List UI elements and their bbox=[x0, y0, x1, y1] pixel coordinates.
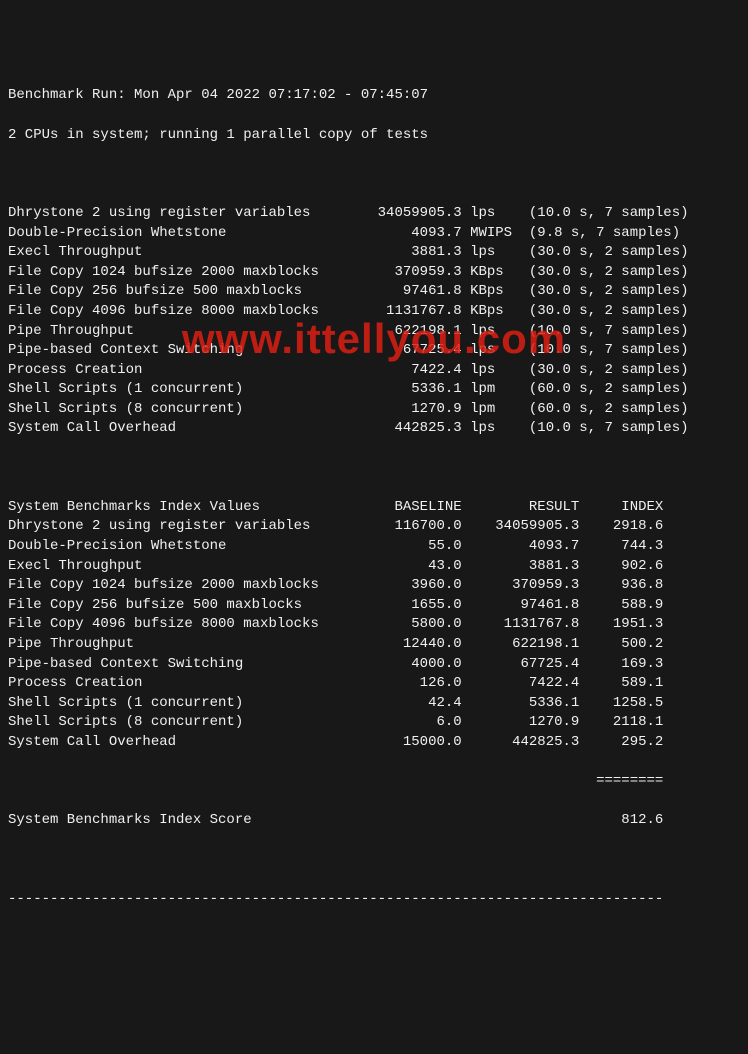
divider-dashes: ----------------------------------------… bbox=[8, 890, 740, 910]
index-row: File Copy 256 bufsize 500 maxblocks 1655… bbox=[8, 596, 740, 616]
index-row: Dhrystone 2 using register variables 116… bbox=[8, 517, 740, 537]
score-line: System Benchmarks Index Score 812.6 bbox=[8, 811, 740, 831]
perf-row: Pipe-based Context Switching 67725.4 lps… bbox=[8, 341, 740, 361]
index-header-row: System Benchmarks Index Values BASELINE … bbox=[8, 498, 740, 518]
cpu-info-line: 2 CPUs in system; running 1 parallel cop… bbox=[8, 126, 740, 146]
index-row: Pipe Throughput 12440.0 622198.1 500.2 bbox=[8, 635, 740, 655]
perf-row: Double-Precision Whetstone 4093.7 MWIPS … bbox=[8, 224, 740, 244]
blank bbox=[8, 165, 740, 185]
blank bbox=[8, 459, 740, 479]
index-row: Shell Scripts (1 concurrent) 42.4 5336.1… bbox=[8, 694, 740, 714]
index-row: Process Creation 126.0 7422.4 589.1 bbox=[8, 674, 740, 694]
index-row: Double-Precision Whetstone 55.0 4093.7 7… bbox=[8, 537, 740, 557]
divider-equals: ======== bbox=[8, 772, 740, 792]
index-results: System Benchmarks Index Values BASELINE … bbox=[8, 498, 740, 753]
perf-row: System Call Overhead 442825.3 lps (10.0 … bbox=[8, 419, 740, 439]
perf-row: Execl Throughput 3881.3 lps (30.0 s, 2 s… bbox=[8, 243, 740, 263]
perf-row: Shell Scripts (8 concurrent) 1270.9 lpm … bbox=[8, 400, 740, 420]
perf-row: File Copy 256 bufsize 500 maxblocks 9746… bbox=[8, 282, 740, 302]
index-row: Execl Throughput 43.0 3881.3 902.6 bbox=[8, 557, 740, 577]
perf-row: File Copy 1024 bufsize 2000 maxblocks 37… bbox=[8, 263, 740, 283]
performance-results: Dhrystone 2 using register variables 340… bbox=[8, 204, 740, 439]
perf-row: Process Creation 7422.4 lps (30.0 s, 2 s… bbox=[8, 361, 740, 381]
index-row: Shell Scripts (8 concurrent) 6.0 1270.9 … bbox=[8, 713, 740, 733]
perf-row: File Copy 4096 bufsize 8000 maxblocks 11… bbox=[8, 302, 740, 322]
index-row: Pipe-based Context Switching 4000.0 6772… bbox=[8, 655, 740, 675]
benchmark-run-line: Benchmark Run: Mon Apr 04 2022 07:17:02 … bbox=[8, 86, 740, 106]
perf-row: Pipe Throughput 622198.1 lps (10.0 s, 7 … bbox=[8, 322, 740, 342]
blank bbox=[8, 851, 740, 871]
perf-row: Dhrystone 2 using register variables 340… bbox=[8, 204, 740, 224]
index-row: File Copy 4096 bufsize 8000 maxblocks 58… bbox=[8, 615, 740, 635]
index-row: File Copy 1024 bufsize 2000 maxblocks 39… bbox=[8, 576, 740, 596]
index-row: System Call Overhead 15000.0 442825.3 29… bbox=[8, 733, 740, 753]
perf-row: Shell Scripts (1 concurrent) 5336.1 lpm … bbox=[8, 380, 740, 400]
